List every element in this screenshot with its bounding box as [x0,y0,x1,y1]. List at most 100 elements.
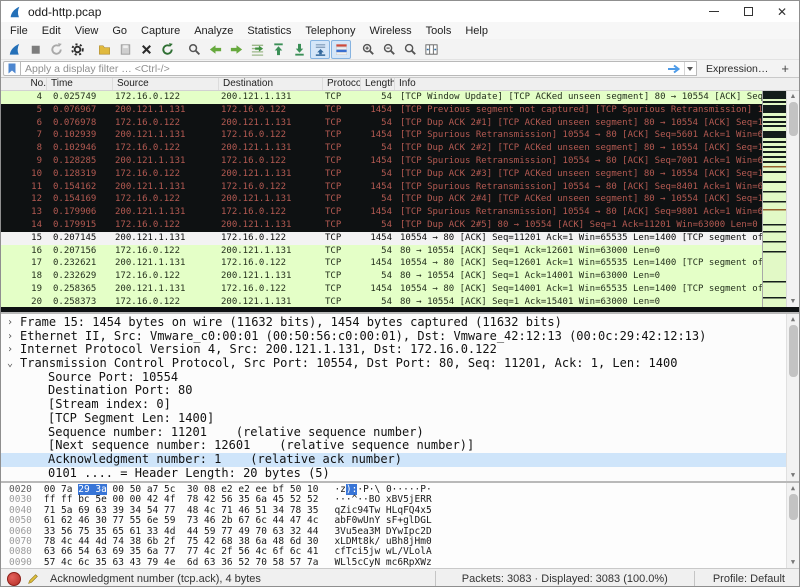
expander-icon[interactable] [35,426,48,440]
scrollbar-thumb[interactable] [789,325,798,377]
stop-capture-button[interactable] [25,40,45,59]
packet-row[interactable]: 8 0.102946 172.16.0.122 200.121.1.131 TC… [1,142,762,155]
packet-row[interactable]: 5 0.076967 200.121.1.131 172.16.0.122 TC… [1,104,762,117]
packet-row[interactable]: 12 0.154169 172.16.0.122 200.121.1.131 T… [1,193,762,206]
packet-row[interactable]: 18 0.232629 172.16.0.122 200.121.1.131 T… [1,270,762,283]
menu-item[interactable]: View [68,24,106,38]
packet-row[interactable]: 15 0.207145 200.121.1.131 172.16.0.122 T… [1,232,762,245]
menu-item[interactable]: Tools [419,24,459,38]
intelligent-scrollbar-minimap[interactable] [762,91,786,307]
expander-icon[interactable] [35,384,48,398]
detail-scrollbar[interactable]: ▲ ▼ [786,314,799,481]
zoom-out-button[interactable] [379,40,399,59]
menu-item[interactable]: Edit [35,24,68,38]
menu-item[interactable]: Wireless [363,24,419,38]
minimize-button[interactable] [697,1,731,22]
column-header-info[interactable]: Info [395,78,799,90]
hex-row[interactable]: 009057 4c 6c 35 63 43 79 4e 6d 63 36 52 … [1,558,799,568]
display-filter-input[interactable] [21,62,664,75]
packet-row[interactable]: 10 0.128319 172.16.0.122 200.121.1.131 T… [1,168,762,181]
apply-filter-button[interactable] [664,62,684,75]
packet-row[interactable]: 17 0.232621 200.121.1.131 172.16.0.122 T… [1,257,762,270]
add-filter-button[interactable]: + [777,61,797,76]
detail-line[interactable]: ›Frame 15: 1454 bytes on wire (11632 bit… [1,316,799,330]
zoom-original-button[interactable] [400,40,420,59]
expander-icon[interactable] [35,371,48,385]
detail-line[interactable]: Sequence number: 11201 (relative sequenc… [1,426,799,440]
close-button[interactable]: ✕ [765,1,799,22]
packet-row[interactable]: 9 0.128285 200.121.1.131 172.16.0.122 TC… [1,155,762,168]
menu-item[interactable]: File [3,24,35,38]
detail-line[interactable]: [Stream index: 0] [1,398,799,412]
column-header-protocol[interactable]: Protocol [323,78,361,90]
maximize-button[interactable] [731,1,765,22]
packet-row[interactable]: 11 0.154162 200.121.1.131 172.16.0.122 T… [1,181,762,194]
column-header-source[interactable]: Source [113,78,219,90]
filter-history-dropdown[interactable] [684,62,696,75]
packet-row[interactable]: 7 0.102939 200.121.1.131 172.16.0.122 TC… [1,129,762,142]
packet-row[interactable]: 13 0.179906 200.121.1.131 172.16.0.122 T… [1,206,762,219]
auto-scroll-button[interactable] [310,40,330,59]
detail-line[interactable]: Acknowledgment number: 1 (relative ack n… [1,453,799,467]
packet-row[interactable]: 16 0.207156 172.16.0.122 200.121.1.131 T… [1,245,762,258]
packet-row[interactable]: 4 0.025749 172.16.0.122 200.121.1.131 TC… [1,91,762,104]
capture-options-button[interactable] [67,40,87,59]
expander-icon[interactable] [35,412,48,426]
column-header-no[interactable]: No. [1,78,47,90]
expander-icon[interactable]: › [7,343,20,357]
expander-icon[interactable]: › [7,330,20,344]
menu-item[interactable]: Telephony [298,24,362,38]
packet-list-scrollbar[interactable]: ▲ ▼ [786,91,799,307]
reload-file-button[interactable] [157,40,177,59]
expander-icon[interactable]: › [7,316,20,330]
detail-text: Internet Protocol Version 4, Src: 200.12… [20,343,497,357]
column-header-time[interactable]: Time [47,78,113,90]
column-header-destination[interactable]: Destination [219,78,323,90]
open-file-button[interactable] [94,40,114,59]
expander-icon[interactable]: ⌄ [7,357,20,371]
menu-item[interactable]: Capture [134,24,187,38]
detail-line[interactable]: ›Internet Protocol Version 4, Src: 200.1… [1,343,799,357]
detail-line[interactable]: ›Ethernet II, Src: Vmware_c0:00:01 (00:5… [1,330,799,344]
profile-status[interactable]: Profile: Default [695,571,799,587]
menu-item[interactable]: Help [458,24,495,38]
expander-icon[interactable] [35,467,48,481]
resize-columns-button[interactable] [421,40,441,59]
expander-icon[interactable] [35,439,48,453]
expander-icon[interactable] [35,398,48,412]
detail-line[interactable]: ⌄Transmission Control Protocol, Src Port… [1,357,799,371]
scrollbar-thumb[interactable] [789,102,798,136]
find-packet-button[interactable] [184,40,204,59]
packet-row[interactable]: 14 0.179915 172.16.0.122 200.121.1.131 T… [1,219,762,232]
go-first-packet-button[interactable] [268,40,288,59]
close-file-button[interactable] [136,40,156,59]
capture-comment-icon[interactable] [26,572,40,586]
menu-item[interactable]: Go [105,24,134,38]
menu-item[interactable]: Statistics [240,24,298,38]
colorize-packets-button[interactable] [331,40,351,59]
column-header-length[interactable]: Length [361,78,395,90]
scrollbar-thumb[interactable] [789,494,798,520]
packet-row[interactable]: 6 0.076978 172.16.0.122 200.121.1.131 TC… [1,117,762,130]
go-back-button[interactable] [205,40,225,59]
packet-row[interactable]: 19 0.258365 200.121.1.131 172.16.0.122 T… [1,283,762,296]
save-file-button[interactable] [115,40,135,59]
detail-line[interactable]: [TCP Segment Len: 1400] [1,412,799,426]
expression-button[interactable]: Expression… [697,63,777,75]
menu-item[interactable]: Analyze [187,24,240,38]
go-forward-button[interactable] [226,40,246,59]
detail-line[interactable]: 0101 .... = Header Length: 20 bytes (5) [1,467,799,481]
go-to-packet-button[interactable] [247,40,267,59]
detail-line[interactable]: Source Port: 10554 [1,371,799,385]
restart-capture-button[interactable] [46,40,66,59]
detail-line[interactable]: Destination Port: 80 [1,384,799,398]
filter-bookmark-button[interactable] [3,61,21,76]
zoom-in-button[interactable] [358,40,378,59]
go-last-packet-button[interactable] [289,40,309,59]
hex-scrollbar[interactable]: ▲ ▼ [786,483,799,568]
detail-line[interactable]: [Next sequence number: 12601 (relative s… [1,439,799,453]
start-capture-button[interactable] [4,40,24,59]
packet-row[interactable]: 20 0.258373 172.16.0.122 200.121.1.131 T… [1,296,762,307]
expander-icon[interactable] [35,453,48,467]
expert-info-button[interactable] [7,572,21,586]
